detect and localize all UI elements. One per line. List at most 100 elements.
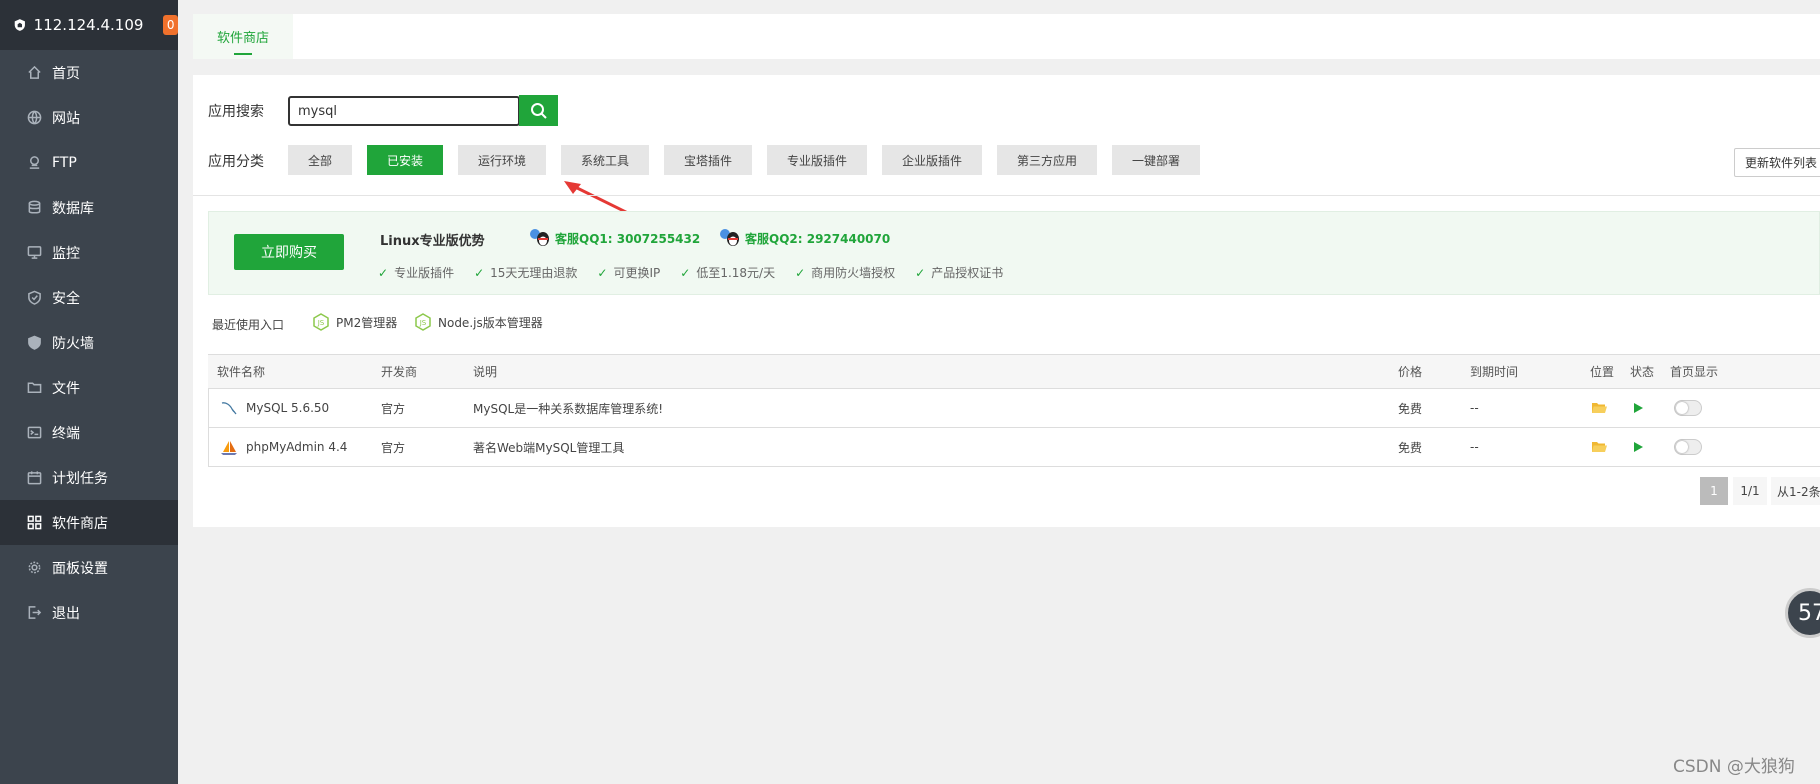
description-cell: MySQL是一种关系数据库管理系统! bbox=[473, 401, 664, 416]
check-icon: ✓ bbox=[597, 265, 608, 280]
category-all[interactable]: 全部 bbox=[288, 145, 352, 175]
category-one-click-deploy[interactable]: 一键部署 bbox=[1112, 145, 1200, 175]
qq2-contact[interactable]: 客服QQ2: 2927440070 bbox=[719, 228, 890, 248]
sidebar-item-security[interactable]: 安全 bbox=[0, 275, 178, 320]
svg-text:JS: JS bbox=[317, 319, 325, 327]
buy-now-button[interactable]: 立即购买 bbox=[234, 234, 344, 270]
refresh-software-list-button[interactable]: 更新软件列表 bbox=[1734, 148, 1820, 177]
category-third-party[interactable]: 第三方应用 bbox=[997, 145, 1097, 175]
feature-label: 商用防火墙授权 bbox=[811, 266, 896, 280]
recent-item-pm2[interactable]: JS PM2管理器 bbox=[312, 313, 397, 331]
feature-label: 专业版插件 bbox=[394, 266, 455, 280]
sidebar-item-panel-settings[interactable]: 面板设置 bbox=[0, 545, 178, 590]
play-icon bbox=[1634, 403, 1643, 413]
sidebar-item-website[interactable]: 网站 bbox=[0, 95, 178, 140]
open-folder-button[interactable] bbox=[1592, 428, 1607, 466]
toggle-switch[interactable] bbox=[1674, 400, 1702, 416]
category-pro-plugins[interactable]: 专业版插件 bbox=[767, 145, 867, 175]
tab-bar: 软件商店 bbox=[193, 14, 1820, 59]
feature-item: ✓ 15天无理由退款 bbox=[474, 264, 577, 281]
start-button[interactable] bbox=[1634, 428, 1643, 466]
sidebar: 112.124.4.109 0 首页 网站 FTP 数据库 监控 安全 防火墙 … bbox=[0, 0, 178, 784]
tab-software-store[interactable]: 软件商店 bbox=[193, 14, 293, 59]
globe-icon bbox=[26, 110, 42, 126]
notification-badge[interactable]: 0 bbox=[163, 15, 178, 35]
vendor-cell: 官方 bbox=[381, 401, 406, 416]
sidebar-item-cron[interactable]: 计划任务 bbox=[0, 455, 178, 500]
sidebar-item-ftp[interactable]: FTP bbox=[0, 140, 178, 185]
category-installed[interactable]: 已安装 bbox=[367, 145, 443, 175]
search-button[interactable] bbox=[519, 95, 558, 126]
check-icon: ✓ bbox=[915, 265, 926, 280]
grid-icon bbox=[26, 515, 42, 531]
header-price[interactable]: 价格 bbox=[1398, 355, 1422, 388]
category-enterprise-plugins[interactable]: 企业版插件 bbox=[882, 145, 982, 175]
sidebar-item-logout[interactable]: 退出 bbox=[0, 590, 178, 635]
play-icon bbox=[1634, 442, 1643, 452]
promo-banner: 立即购买 Linux专业版优势 客服QQ1: 3007255432 客服QQ2:… bbox=[208, 211, 1820, 295]
sidebar-item-label: 安全 bbox=[52, 290, 80, 307]
server-ip: 112.124.4.109 bbox=[33, 16, 144, 34]
start-button[interactable] bbox=[1634, 389, 1643, 427]
sidebar-item-label: 监控 bbox=[52, 245, 80, 262]
qq2-label: 客服QQ2: 2927440070 bbox=[745, 231, 891, 246]
table-row: phpMyAdmin 4.4 官方 著名Web端MySQL管理工具 免费 -- bbox=[208, 428, 1820, 467]
category-bt-plugins[interactable]: 宝塔插件 bbox=[664, 145, 752, 175]
folder-icon bbox=[26, 380, 42, 396]
ftp-icon bbox=[26, 155, 42, 171]
qq-icon bbox=[530, 229, 549, 246]
divider bbox=[193, 195, 1820, 196]
category-system-tools[interactable]: 系统工具 bbox=[561, 145, 649, 175]
software-name-cell[interactable]: MySQL 5.6.50 bbox=[220, 389, 329, 427]
table-header: 软件名称 开发商 说明 价格 到期时间 位置 状态 首页显示 bbox=[208, 355, 1820, 389]
sidebar-item-firewall[interactable]: 防火墙 bbox=[0, 320, 178, 365]
sidebar-item-monitor[interactable]: 监控 bbox=[0, 230, 178, 275]
sidebar-item-software-store[interactable]: 软件商店 bbox=[0, 500, 178, 545]
sidebar-item-files[interactable]: 文件 bbox=[0, 365, 178, 410]
sidebar-item-label: 数据库 bbox=[52, 200, 94, 217]
pager-current-page[interactable]: 1 bbox=[1700, 477, 1728, 505]
home-display-toggle[interactable] bbox=[1674, 428, 1702, 466]
toggle-switch[interactable] bbox=[1674, 439, 1702, 455]
check-icon: ✓ bbox=[378, 265, 389, 280]
pager-total: 1/1 bbox=[1733, 477, 1767, 505]
watermark: CSDN @大狼狗 bbox=[1673, 757, 1795, 777]
sidebar-item-home[interactable]: 首页 bbox=[0, 50, 178, 95]
header-vendor: 开发商 bbox=[381, 365, 418, 379]
description-cell: 著名Web端MySQL管理工具 bbox=[473, 440, 625, 455]
software-name: phpMyAdmin 4.4 bbox=[246, 440, 348, 454]
sidebar-item-label: 退出 bbox=[52, 605, 80, 622]
sidebar-item-label: 面板设置 bbox=[52, 560, 108, 577]
home-icon bbox=[26, 65, 42, 81]
category-runtime[interactable]: 运行环境 bbox=[458, 145, 546, 175]
home-display-toggle[interactable] bbox=[1674, 389, 1702, 427]
float-widget[interactable]: 57 bbox=[1785, 588, 1820, 638]
sidebar-item-label: 网站 bbox=[52, 110, 80, 127]
software-name-cell[interactable]: phpMyAdmin 4.4 bbox=[220, 428, 347, 466]
promo-title: Linux专业版优势 bbox=[380, 234, 485, 249]
firewall-icon bbox=[26, 335, 42, 351]
sidebar-item-terminal[interactable]: 终端 bbox=[0, 410, 178, 455]
qq1-contact[interactable]: 客服QQ1: 3007255432 bbox=[529, 228, 700, 248]
nodejs-icon: JS bbox=[313, 313, 329, 331]
header-location: 位置 bbox=[1590, 365, 1615, 379]
expire-cell: -- bbox=[1470, 401, 1479, 415]
search-input[interactable] bbox=[288, 96, 520, 126]
phpmyadmin-icon bbox=[221, 439, 237, 455]
feature-item: ✓ 低至1.18元/天 bbox=[680, 264, 775, 281]
header-description: 说明 bbox=[473, 365, 498, 379]
header-name[interactable]: 软件名称 bbox=[217, 355, 265, 388]
shield-check-icon bbox=[26, 290, 42, 306]
open-folder-button[interactable] bbox=[1592, 389, 1607, 427]
price-cell: 免费 bbox=[1398, 440, 1423, 455]
server-header: 112.124.4.109 0 bbox=[0, 0, 178, 50]
expire-cell: -- bbox=[1470, 440, 1479, 454]
recent-item-nodejs[interactable]: JS Node.js版本管理器 bbox=[414, 313, 543, 331]
sidebar-item-label: 计划任务 bbox=[52, 470, 108, 487]
table-row: MySQL 5.6.50 官方 MySQL是一种关系数据库管理系统! 免费 -- bbox=[208, 389, 1820, 428]
header-expire[interactable]: 到期时间 bbox=[1470, 355, 1518, 388]
nodejs-icon: JS bbox=[415, 313, 431, 331]
price-cell: 免费 bbox=[1398, 401, 1423, 416]
recent-item-label: Node.js版本管理器 bbox=[438, 315, 543, 330]
sidebar-item-database[interactable]: 数据库 bbox=[0, 185, 178, 230]
